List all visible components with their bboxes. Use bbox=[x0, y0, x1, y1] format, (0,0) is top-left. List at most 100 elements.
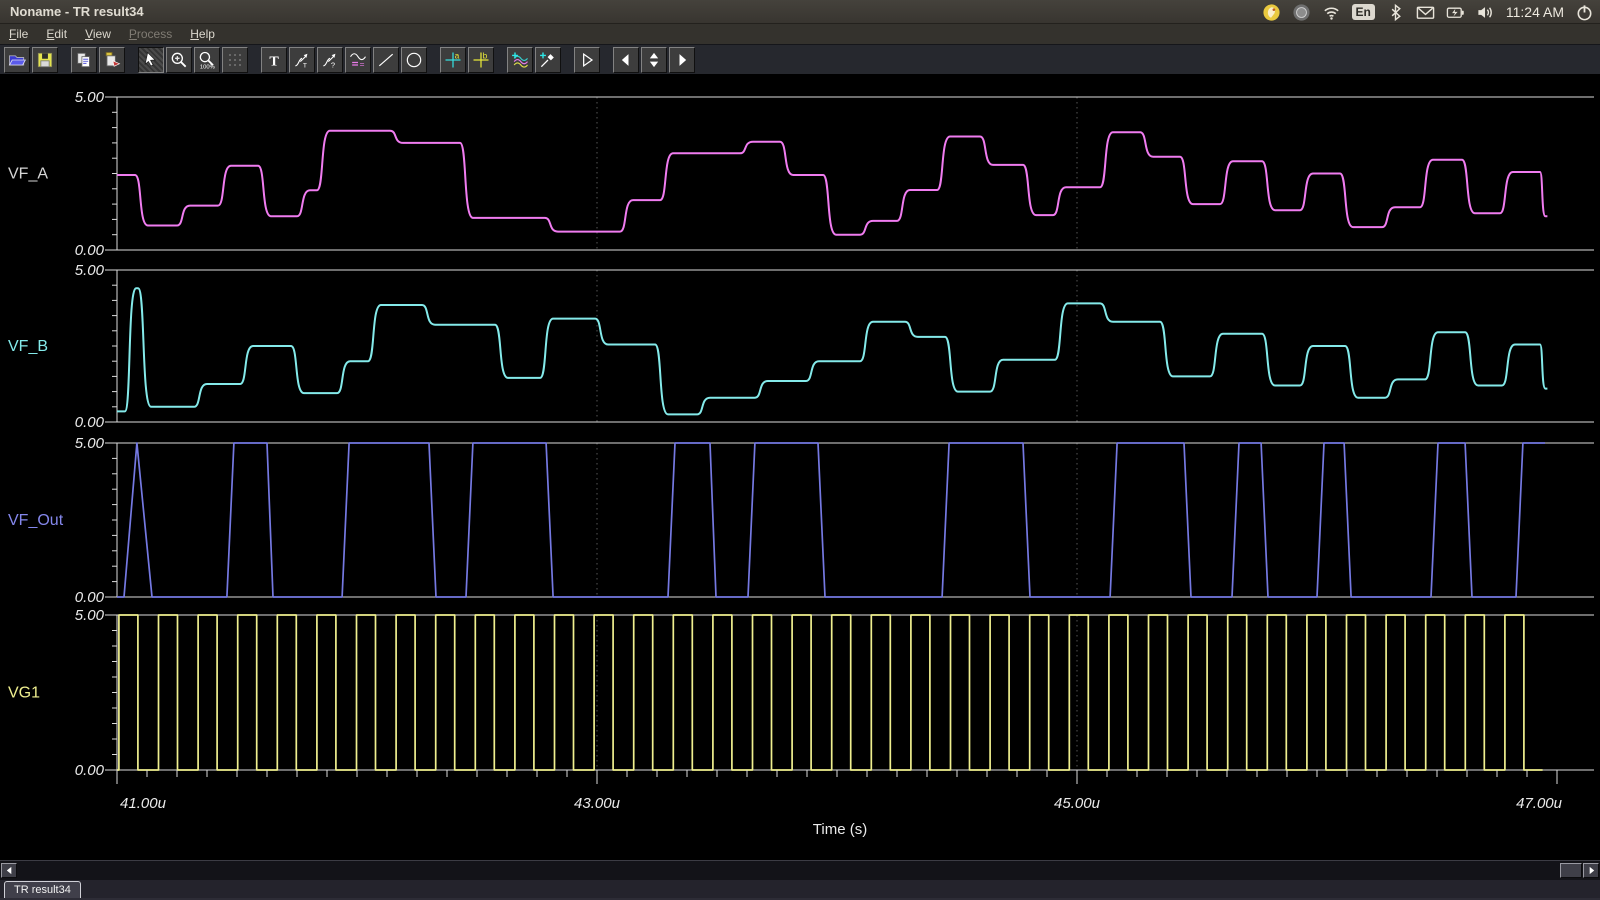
x-tick-label-45.00u: 45.00u bbox=[1054, 795, 1101, 812]
toolbar: 100% T T? = a b bbox=[0, 44, 1600, 74]
panel-label-vf_out: VF_Out bbox=[8, 512, 64, 529]
trace-vf_out[interactable] bbox=[117, 443, 1545, 597]
x-tick-label-41.00u: 41.00u bbox=[120, 795, 167, 812]
scrollbar-thumb[interactable] bbox=[1560, 863, 1582, 878]
save-icon bbox=[35, 50, 55, 70]
cursorb-icon: b bbox=[471, 50, 491, 70]
waveform-plot-svg[interactable]: 5.000.00VF_A5.000.00VF_B5.000.00VF_Out5.… bbox=[0, 74, 1600, 860]
system-sphere-icon[interactable] bbox=[1292, 3, 1311, 22]
svg-text:T: T bbox=[269, 53, 279, 69]
arrow-left-icon bbox=[5, 866, 14, 875]
trace-vf_a[interactable] bbox=[117, 131, 1547, 235]
y-tick-label-bottom: 0.00 bbox=[75, 589, 105, 606]
text-tool-button[interactable]: T bbox=[261, 47, 287, 73]
cursor-icon bbox=[141, 50, 161, 70]
notifier-icon[interactable] bbox=[1262, 3, 1281, 22]
svg-text:=: = bbox=[360, 59, 365, 69]
ellipse-icon bbox=[404, 50, 424, 70]
x-tick-label-47.00u: 47.00u bbox=[1516, 795, 1563, 812]
mail-icon[interactable] bbox=[1416, 3, 1435, 22]
pick-icon bbox=[538, 50, 558, 70]
svg-text:?: ? bbox=[331, 60, 335, 69]
paste-button[interactable] bbox=[99, 47, 125, 73]
volume-icon[interactable] bbox=[1476, 3, 1495, 22]
zoom100-icon: 100% bbox=[197, 50, 217, 70]
open-file-button[interactable] bbox=[4, 47, 30, 73]
svg-text:a: a bbox=[455, 50, 460, 60]
system-tray: En 11:24 AM bbox=[1262, 0, 1594, 24]
title-bar[interactable]: Noname - TR result34 En11:24 AM bbox=[0, 0, 1600, 24]
add-curves-button[interactable] bbox=[507, 47, 533, 73]
cursor-a-button[interactable]: a bbox=[440, 47, 466, 73]
next-icon bbox=[672, 50, 692, 70]
menu-bar: FileEditViewProcessHelp bbox=[0, 24, 1600, 44]
annotate-query-button[interactable]: ? bbox=[317, 47, 343, 73]
save-file-button[interactable] bbox=[32, 47, 58, 73]
probe1-icon: T bbox=[292, 50, 312, 70]
grid-toggle-button[interactable] bbox=[222, 47, 248, 73]
menu-item-file[interactable]: File bbox=[0, 24, 37, 44]
select-cursor-button[interactable] bbox=[138, 47, 164, 73]
zoom-100-button[interactable]: 100% bbox=[194, 47, 220, 73]
y-tick-label-top: 5.00 bbox=[75, 435, 105, 452]
line-icon bbox=[376, 50, 396, 70]
language-badge[interactable]: En bbox=[1352, 4, 1375, 20]
run-analysis-button[interactable] bbox=[574, 47, 600, 73]
page-prev-button[interactable] bbox=[613, 47, 639, 73]
zoom-in-button[interactable] bbox=[166, 47, 192, 73]
result-tab-bar: TR result34 bbox=[0, 880, 1600, 898]
spin-icon bbox=[644, 50, 664, 70]
y-tick-label-top: 5.00 bbox=[75, 262, 105, 279]
y-tick-label-top: 5.00 bbox=[75, 89, 105, 106]
y-tick-label-bottom: 0.00 bbox=[75, 762, 105, 779]
pick-curve-button[interactable] bbox=[535, 47, 561, 73]
waveform-plot-area[interactable]: 5.000.00VF_A5.000.00VF_B5.000.00VF_Out5.… bbox=[0, 74, 1600, 860]
y-tick-label-bottom: 0.00 bbox=[75, 414, 105, 431]
menu-item-edit[interactable]: Edit bbox=[37, 24, 76, 44]
tab-label: TR result34 bbox=[14, 884, 71, 896]
ellipse-tool-button[interactable] bbox=[401, 47, 427, 73]
scroll-left-button[interactable] bbox=[1, 863, 17, 878]
y-tick-label-top: 5.00 bbox=[75, 607, 105, 624]
trace-vf_b[interactable] bbox=[117, 288, 1547, 414]
arrow-right-icon bbox=[1587, 866, 1596, 875]
scroll-right-button[interactable] bbox=[1583, 863, 1599, 878]
wifi-icon[interactable] bbox=[1322, 3, 1341, 22]
power-icon[interactable] bbox=[1575, 3, 1594, 22]
waves-icon bbox=[510, 50, 530, 70]
copy-icon bbox=[74, 50, 94, 70]
annotate-arrow-button[interactable]: T bbox=[289, 47, 315, 73]
menu-item-process: Process bbox=[120, 24, 181, 44]
line-tool-button[interactable] bbox=[373, 47, 399, 73]
x-axis-title: Time (s) bbox=[813, 821, 867, 838]
prev-icon bbox=[616, 50, 636, 70]
battery-icon[interactable] bbox=[1446, 3, 1465, 22]
x-tick-label-43.00u: 43.00u bbox=[574, 795, 621, 812]
text-icon: T bbox=[264, 50, 284, 70]
copy-button[interactable] bbox=[71, 47, 97, 73]
page-next-button[interactable] bbox=[669, 47, 695, 73]
y-tick-label-bottom: 0.00 bbox=[75, 242, 105, 259]
svg-text:100%: 100% bbox=[200, 64, 215, 70]
cursor-b-button[interactable]: b bbox=[468, 47, 494, 73]
tab-tr-result34[interactable]: TR result34 bbox=[4, 881, 81, 899]
open-icon bbox=[7, 50, 27, 70]
trace-vg1[interactable] bbox=[117, 615, 1543, 770]
cursora-icon: a bbox=[443, 50, 463, 70]
panel-label-vg1: VG1 bbox=[8, 685, 40, 702]
svg-text:T: T bbox=[303, 62, 307, 69]
bluetooth-icon[interactable] bbox=[1386, 3, 1405, 22]
grid-icon bbox=[225, 50, 245, 70]
panel-label-vf_b: VF_B bbox=[8, 338, 48, 355]
play-icon bbox=[577, 50, 597, 70]
curve-legend-button[interactable]: = bbox=[345, 47, 371, 73]
menu-item-help[interactable]: Help bbox=[181, 24, 224, 44]
paste-icon bbox=[102, 50, 122, 70]
panel-label-vf_a: VF_A bbox=[8, 166, 48, 183]
horizontal-scrollbar[interactable] bbox=[0, 860, 1600, 880]
menu-item-view[interactable]: View bbox=[76, 24, 120, 44]
page-spinner[interactable] bbox=[641, 47, 667, 73]
curveeq-icon: = bbox=[348, 50, 368, 70]
probe2-icon: ? bbox=[320, 50, 340, 70]
clock-text[interactable]: 11:24 AM bbox=[1506, 0, 1564, 24]
